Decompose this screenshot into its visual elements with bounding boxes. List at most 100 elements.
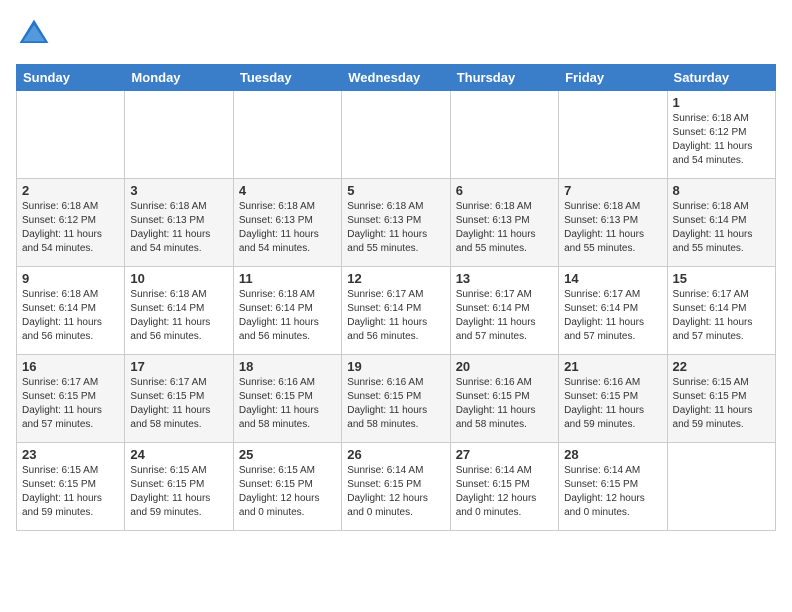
day-info: Sunrise: 6:17 AM Sunset: 6:14 PM Dayligh… — [564, 288, 661, 344]
calendar-cell: 23 Sunrise: 6:15 AM Sunset: 6:15 PM Dayli… — [17, 443, 125, 531]
day-info: Sunrise: 6:18 AM Sunset: 6:13 PM Dayligh… — [239, 200, 336, 256]
day-number: 11 — [239, 271, 336, 286]
calendar-cell: 24 Sunrise: 6:15 AM Sunset: 6:15 PM Dayli… — [125, 443, 233, 531]
calendar-cell: 18 Sunrise: 6:16 AM Sunset: 6:15 PM Dayli… — [233, 355, 341, 443]
day-number: 6 — [456, 183, 553, 198]
day-info: Sunrise: 6:17 AM Sunset: 6:14 PM Dayligh… — [673, 288, 770, 344]
day-number: 16 — [22, 359, 119, 374]
day-number: 2 — [22, 183, 119, 198]
day-number: 22 — [673, 359, 770, 374]
day-info: Sunrise: 6:17 AM Sunset: 6:14 PM Dayligh… — [456, 288, 553, 344]
calendar-cell — [17, 91, 125, 179]
day-number: 9 — [22, 271, 119, 286]
day-info: Sunrise: 6:17 AM Sunset: 6:15 PM Dayligh… — [130, 376, 227, 432]
calendar-cell: 5 Sunrise: 6:18 AM Sunset: 6:13 PM Daylig… — [342, 179, 450, 267]
calendar-cell: 9 Sunrise: 6:18 AM Sunset: 6:14 PM Daylig… — [17, 267, 125, 355]
day-info: Sunrise: 6:15 AM Sunset: 6:15 PM Dayligh… — [239, 464, 336, 520]
weekday-header-wednesday: Wednesday — [342, 65, 450, 91]
week-row-1: 1 Sunrise: 6:18 AM Sunset: 6:12 PM Daylig… — [17, 91, 776, 179]
calendar-cell: 13 Sunrise: 6:17 AM Sunset: 6:14 PM Dayli… — [450, 267, 558, 355]
week-row-2: 2 Sunrise: 6:18 AM Sunset: 6:12 PM Daylig… — [17, 179, 776, 267]
day-number: 27 — [456, 447, 553, 462]
day-info: Sunrise: 6:18 AM Sunset: 6:13 PM Dayligh… — [456, 200, 553, 256]
calendar-cell: 28 Sunrise: 6:14 AM Sunset: 6:15 PM Dayli… — [559, 443, 667, 531]
day-number: 8 — [673, 183, 770, 198]
day-number: 19 — [347, 359, 444, 374]
calendar-cell: 17 Sunrise: 6:17 AM Sunset: 6:15 PM Dayli… — [125, 355, 233, 443]
weekday-header-saturday: Saturday — [667, 65, 775, 91]
calendar-cell: 15 Sunrise: 6:17 AM Sunset: 6:14 PM Dayli… — [667, 267, 775, 355]
day-info: Sunrise: 6:18 AM Sunset: 6:12 PM Dayligh… — [22, 200, 119, 256]
day-info: Sunrise: 6:16 AM Sunset: 6:15 PM Dayligh… — [456, 376, 553, 432]
calendar-cell: 20 Sunrise: 6:16 AM Sunset: 6:15 PM Dayli… — [450, 355, 558, 443]
day-info: Sunrise: 6:18 AM Sunset: 6:14 PM Dayligh… — [239, 288, 336, 344]
day-number: 21 — [564, 359, 661, 374]
calendar-cell: 25Sunrise: 6:15 AM Sunset: 6:15 PM Dayli… — [233, 443, 341, 531]
day-info: Sunrise: 6:14 AM Sunset: 6:15 PM Dayligh… — [456, 464, 553, 520]
calendar-cell: 2 Sunrise: 6:18 AM Sunset: 6:12 PM Daylig… — [17, 179, 125, 267]
day-number: 7 — [564, 183, 661, 198]
calendar-cell: 8 Sunrise: 6:18 AM Sunset: 6:14 PM Daylig… — [667, 179, 775, 267]
calendar-cell: 16 Sunrise: 6:17 AM Sunset: 6:15 PM Dayli… — [17, 355, 125, 443]
calendar-table: SundayMondayTuesdayWednesdayThursdayFrid… — [16, 64, 776, 531]
calendar-cell: 27 Sunrise: 6:14 AM Sunset: 6:15 PM Dayli… — [450, 443, 558, 531]
calendar-cell: 1 Sunrise: 6:18 AM Sunset: 6:12 PM Daylig… — [667, 91, 775, 179]
weekday-header-monday: Monday — [125, 65, 233, 91]
weekday-header-tuesday: Tuesday — [233, 65, 341, 91]
day-number: 13 — [456, 271, 553, 286]
day-number: 15 — [673, 271, 770, 286]
calendar-cell: 3 Sunrise: 6:18 AM Sunset: 6:13 PM Daylig… — [125, 179, 233, 267]
page-header — [16, 16, 776, 52]
day-info: Sunrise: 6:17 AM Sunset: 6:15 PM Dayligh… — [22, 376, 119, 432]
calendar-cell: 7 Sunrise: 6:18 AM Sunset: 6:13 PM Daylig… — [559, 179, 667, 267]
day-info: Sunrise: 6:18 AM Sunset: 6:14 PM Dayligh… — [22, 288, 119, 344]
weekday-header-sunday: Sunday — [17, 65, 125, 91]
calendar-cell: 19Sunrise: 6:16 AM Sunset: 6:15 PM Dayli… — [342, 355, 450, 443]
day-number: 10 — [130, 271, 227, 286]
day-number: 14 — [564, 271, 661, 286]
calendar-cell — [342, 91, 450, 179]
logo — [16, 16, 56, 52]
day-info: Sunrise: 6:18 AM Sunset: 6:12 PM Dayligh… — [673, 112, 770, 168]
day-info: Sunrise: 6:15 AM Sunset: 6:15 PM Dayligh… — [22, 464, 119, 520]
day-number: 28 — [564, 447, 661, 462]
calendar-cell — [559, 91, 667, 179]
day-info: Sunrise: 6:18 AM Sunset: 6:14 PM Dayligh… — [130, 288, 227, 344]
day-number: 24 — [130, 447, 227, 462]
day-info: Sunrise: 6:18 AM Sunset: 6:13 PM Dayligh… — [564, 200, 661, 256]
calendar-cell: 12Sunrise: 6:17 AM Sunset: 6:14 PM Dayli… — [342, 267, 450, 355]
weekday-header-thursday: Thursday — [450, 65, 558, 91]
day-info: Sunrise: 6:14 AM Sunset: 6:15 PM Dayligh… — [564, 464, 661, 520]
calendar-cell: 11 Sunrise: 6:18 AM Sunset: 6:14 PM Dayli… — [233, 267, 341, 355]
day-info: Sunrise: 6:15 AM Sunset: 6:15 PM Dayligh… — [673, 376, 770, 432]
weekday-header-row: SundayMondayTuesdayWednesdayThursdayFrid… — [17, 65, 776, 91]
calendar-cell — [450, 91, 558, 179]
calendar-cell — [233, 91, 341, 179]
week-row-5: 23 Sunrise: 6:15 AM Sunset: 6:15 PM Dayli… — [17, 443, 776, 531]
day-number: 1 — [673, 95, 770, 110]
calendar-cell: 26Sunrise: 6:14 AM Sunset: 6:15 PM Dayli… — [342, 443, 450, 531]
calendar-cell: 21 Sunrise: 6:16 AM Sunset: 6:15 PM Dayli… — [559, 355, 667, 443]
day-info: Sunrise: 6:15 AM Sunset: 6:15 PM Dayligh… — [130, 464, 227, 520]
day-number: 3 — [130, 183, 227, 198]
day-info: Sunrise: 6:18 AM Sunset: 6:13 PM Dayligh… — [130, 200, 227, 256]
day-info: Sunrise: 6:18 AM Sunset: 6:13 PM Dayligh… — [347, 200, 444, 256]
calendar-cell: 22 Sunrise: 6:15 AM Sunset: 6:15 PM Dayli… — [667, 355, 775, 443]
day-info: Sunrise: 6:18 AM Sunset: 6:14 PM Dayligh… — [673, 200, 770, 256]
week-row-3: 9 Sunrise: 6:18 AM Sunset: 6:14 PM Daylig… — [17, 267, 776, 355]
calendar-cell: 6 Sunrise: 6:18 AM Sunset: 6:13 PM Daylig… — [450, 179, 558, 267]
day-number: 5 — [347, 183, 444, 198]
day-number: 20 — [456, 359, 553, 374]
day-number: 23 — [22, 447, 119, 462]
day-number: 17 — [130, 359, 227, 374]
day-info: Sunrise: 6:16 AM Sunset: 6:15 PM Dayligh… — [564, 376, 661, 432]
day-number: 12 — [347, 271, 444, 286]
calendar-cell: 14 Sunrise: 6:17 AM Sunset: 6:14 PM Dayli… — [559, 267, 667, 355]
week-row-4: 16 Sunrise: 6:17 AM Sunset: 6:15 PM Dayli… — [17, 355, 776, 443]
calendar-cell — [667, 443, 775, 531]
calendar-cell — [125, 91, 233, 179]
day-info: Sunrise: 6:16 AM Sunset: 6:15 PM Dayligh… — [239, 376, 336, 432]
day-number: 18 — [239, 359, 336, 374]
day-number: 4 — [239, 183, 336, 198]
day-number: 26 — [347, 447, 444, 462]
